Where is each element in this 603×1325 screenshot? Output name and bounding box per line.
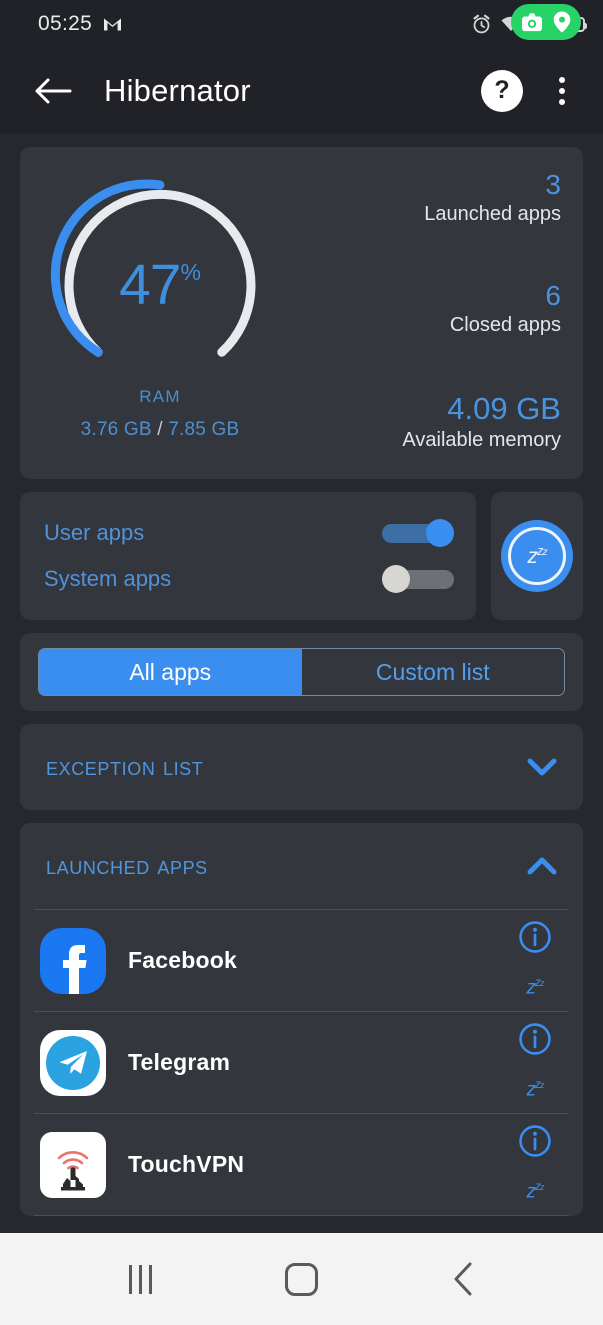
ram-gauge-section: 47 % RAM 3.76 GB / 7.85 GB xyxy=(36,165,284,459)
stat-closed-apps-label: Closed apps xyxy=(450,312,561,338)
tab-custom-list[interactable]: Custom list xyxy=(302,649,565,695)
user-apps-row[interactable]: User apps xyxy=(44,510,454,556)
user-apps-label: User apps xyxy=(44,520,144,546)
status-time: 05:25 xyxy=(38,12,92,36)
page-title: Hibernator xyxy=(104,73,251,109)
chevron-up-icon[interactable] xyxy=(525,849,559,883)
stat-launched-apps: 3 Launched apps xyxy=(424,169,561,227)
stat-closed-apps-value: 6 xyxy=(450,280,561,312)
exception-list-header[interactable]: Exception list xyxy=(20,724,583,810)
stat-available-memory: 4.09 GB Available memory xyxy=(402,391,561,453)
filters-row: User apps System apps zzz xyxy=(20,492,583,620)
ram-percent-value: 47 xyxy=(119,257,180,314)
chevron-down-icon[interactable] xyxy=(525,750,559,784)
alarm-icon xyxy=(471,14,492,35)
gmail-icon xyxy=(102,16,123,33)
system-nav-bar xyxy=(0,1233,603,1325)
exception-list-title: Exception list xyxy=(46,753,203,782)
hibernate-zzz-icon[interactable]: zzz xyxy=(527,1077,544,1101)
stat-available-memory-value: 4.09 GB xyxy=(402,391,561,427)
status-bar-left: 05:25 xyxy=(38,12,123,36)
row-actions: zzz xyxy=(509,910,561,1011)
system-apps-label: System apps xyxy=(44,566,171,592)
arrow-left-icon xyxy=(34,76,72,106)
status-bar: 05:25 xyxy=(0,0,603,48)
telegram-icon xyxy=(40,1030,106,1096)
touchvpn-icon xyxy=(40,1132,106,1198)
hibernate-all-card: zzz xyxy=(491,492,583,620)
ram-gauge-value-group: 47 % xyxy=(49,257,271,314)
row-actions: zzz xyxy=(509,1012,561,1113)
memory-stats: 3 Launched apps 6 Closed apps 4.09 GB Av… xyxy=(284,165,561,459)
info-icon[interactable] xyxy=(518,920,552,954)
list-mode-card: All apps Custom list xyxy=(20,633,583,711)
home-button[interactable] xyxy=(267,1244,337,1314)
exception-list-card: Exception list xyxy=(20,724,583,810)
hibernate-zzz-icon[interactable]: zzz xyxy=(527,1179,544,1203)
facebook-icon xyxy=(40,928,106,994)
divider xyxy=(34,1215,569,1216)
info-icon[interactable] xyxy=(518,1022,552,1056)
memory-total: 7.85 GB xyxy=(168,419,239,440)
memory-used: 3.76 GB xyxy=(81,419,152,440)
user-apps-switch[interactable] xyxy=(382,519,454,547)
app-filters-card: User apps System apps xyxy=(20,492,476,620)
hibernate-zzz-icon[interactable]: zzz xyxy=(527,975,544,999)
memory-separator: / xyxy=(157,419,162,440)
stat-launched-apps-value: 3 xyxy=(424,169,561,201)
app-bar: Hibernator ? xyxy=(0,48,603,134)
app-name: Telegram xyxy=(128,1049,230,1076)
more-vertical-icon xyxy=(559,77,565,83)
system-apps-switch[interactable] xyxy=(382,565,454,593)
stat-available-memory-label: Available memory xyxy=(402,427,561,453)
stat-launched-apps-label: Launched apps xyxy=(424,201,561,227)
app-name: TouchVPN xyxy=(128,1151,244,1178)
back-chevron-icon xyxy=(450,1261,476,1297)
stat-closed-apps: 6 Closed apps xyxy=(450,280,561,338)
tab-all-apps[interactable]: All apps xyxy=(39,649,302,695)
main-content: 47 % RAM 3.76 GB / 7.85 GB 3 Launched ap… xyxy=(0,134,603,1233)
back-button[interactable] xyxy=(26,64,80,118)
recents-icon xyxy=(129,1265,152,1294)
app-bar-actions: ? xyxy=(481,69,579,113)
ram-gauge-label: RAM xyxy=(49,387,271,407)
location-pin-icon xyxy=(553,11,571,33)
launched-apps-header[interactable]: Launched apps xyxy=(20,823,583,909)
hibernate-all-button[interactable]: zzz xyxy=(501,520,573,592)
help-button[interactable]: ? xyxy=(481,70,523,112)
phone-screen: 05:25 xyxy=(0,0,603,1325)
ram-percent-symbol: % xyxy=(180,261,200,284)
app-row-telegram[interactable]: Telegram zzz xyxy=(20,1012,583,1113)
launched-apps-title: Launched apps xyxy=(46,852,208,881)
ram-gauge: 47 % RAM xyxy=(49,165,271,397)
home-icon xyxy=(285,1263,318,1296)
help-label: ? xyxy=(494,78,509,103)
overflow-menu-button[interactable] xyxy=(545,69,579,113)
system-apps-row[interactable]: System apps xyxy=(44,556,454,602)
app-row-touchvpn[interactable]: TouchVPN zzz xyxy=(20,1114,583,1215)
hibernate-zzz-icon: zzz xyxy=(528,543,547,569)
app-name: Facebook xyxy=(128,947,237,974)
recents-button[interactable] xyxy=(106,1244,176,1314)
back-button-nav[interactable] xyxy=(428,1244,498,1314)
camera-icon xyxy=(521,12,543,32)
memory-overview-card: 47 % RAM 3.76 GB / 7.85 GB 3 Launched ap… xyxy=(20,147,583,479)
list-mode-tabs: All apps Custom list xyxy=(38,648,565,696)
app-row-facebook[interactable]: Facebook zzz xyxy=(20,910,583,1011)
row-actions: zzz xyxy=(509,1114,561,1215)
memory-usage-text: 3.76 GB / 7.85 GB xyxy=(81,419,240,441)
launched-apps-card: Launched apps Facebook xyxy=(20,823,583,1216)
privacy-indicator-pill xyxy=(511,4,581,40)
info-icon[interactable] xyxy=(518,1124,552,1158)
